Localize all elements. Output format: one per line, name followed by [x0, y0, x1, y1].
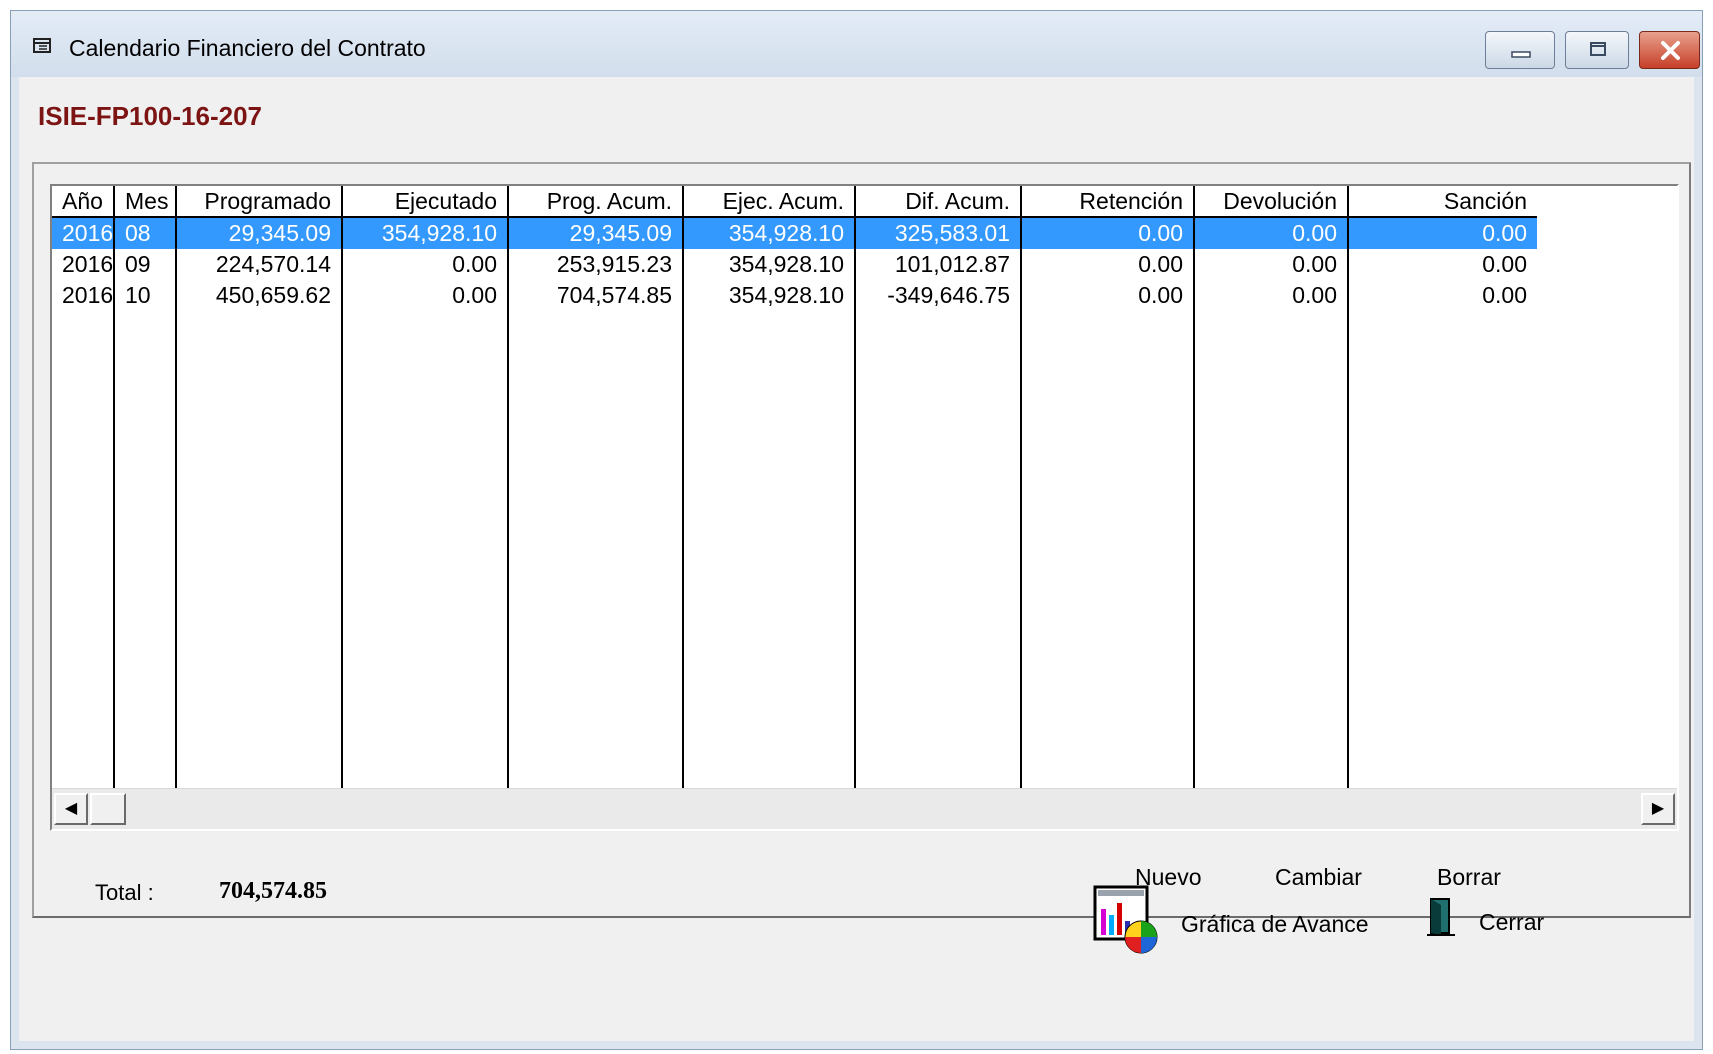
table-cell[interactable]: 2016: [52, 280, 113, 311]
table-cell[interactable]: 0.00: [343, 249, 507, 280]
total-value: 704,574.85: [219, 878, 327, 904]
table-cell[interactable]: -349,646.75: [856, 280, 1020, 311]
table-cell[interactable]: 253,915.23: [509, 249, 682, 280]
table-cell[interactable]: 2016: [52, 218, 113, 249]
grid-column: Programado 29,345.09 224,570.14 450,659.62: [177, 186, 343, 789]
table-cell[interactable]: 354,928.10: [343, 218, 507, 249]
column-header[interactable]: Mes: [115, 186, 175, 218]
door-exit-icon: [1427, 898, 1455, 936]
grid-column: Ejec. Acum. 354,928.10 354,928.10 354,928.1…: [684, 186, 856, 789]
grid-column: Sanción 0.00 0.00 0.00: [1349, 186, 1537, 789]
grafica-avance-button[interactable]: Gráfica de Avance: [1093, 885, 1387, 961]
column-header[interactable]: Programado: [177, 186, 341, 218]
table-cell[interactable]: 0.00: [1195, 280, 1347, 311]
column-header[interactable]: Retención: [1022, 186, 1193, 218]
maximize-icon: [1590, 42, 1606, 56]
table-cell[interactable]: 101,012.87: [856, 249, 1020, 280]
column-header[interactable]: Ejecutado: [343, 186, 507, 218]
table-cell[interactable]: 354,928.10: [684, 249, 854, 280]
grid-column: Mes 08 09 10: [115, 186, 177, 789]
cerrar-label: Cerrar: [1479, 909, 1545, 935]
grid-column: Ejecutado 354,928.10 0.00 0.00: [343, 186, 509, 789]
table-cell[interactable]: 224,570.14: [177, 249, 341, 280]
minimize-icon: [1511, 51, 1531, 58]
calendar-grid[interactable]: Año 2016 2016 2016 Mes 08 09 10 Programado 29,345…: [50, 184, 1679, 831]
table-cell[interactable]: 09: [115, 249, 175, 280]
scroll-right-button[interactable]: ▶: [1641, 793, 1675, 825]
table-cell[interactable]: 0.00: [1349, 249, 1537, 280]
close-icon: [1661, 41, 1680, 60]
window-title: Calendario Financiero del Contrato: [69, 35, 426, 61]
grafica-label: Gráfica de Avance: [1181, 911, 1369, 937]
calendar-icon: [33, 38, 51, 53]
column-header[interactable]: Ejec. Acum.: [684, 186, 854, 218]
borrar-button[interactable]: Borrar: [1437, 864, 1501, 891]
table-cell[interactable]: 704,574.85: [509, 280, 682, 311]
column-header[interactable]: Año: [52, 186, 113, 218]
table-cell[interactable]: 0.00: [1195, 249, 1347, 280]
arrow-right-icon: ▶: [1651, 800, 1665, 817]
column-header[interactable]: Devolución: [1195, 186, 1347, 218]
grid-panel: Año 2016 2016 2016 Mes 08 09 10 Programado 29,345…: [32, 162, 1691, 918]
arrow-left-icon: ◀: [64, 800, 78, 817]
scroll-left-button[interactable]: ◀: [54, 793, 88, 825]
column-header[interactable]: Prog. Acum.: [509, 186, 682, 218]
table-cell[interactable]: 450,659.62: [177, 280, 341, 311]
table-cell[interactable]: 29,345.09: [177, 218, 341, 249]
table-cell[interactable]: 0.00: [1022, 218, 1193, 249]
grid-column: Dif. Acum. 325,583.01 101,012.87 -349,646.7…: [856, 186, 1022, 789]
chart-icon: [1093, 885, 1158, 954]
table-cell[interactable]: 0.00: [1195, 218, 1347, 249]
scroll-thumb[interactable]: [90, 793, 126, 825]
table-cell[interactable]: 0.00: [1349, 218, 1537, 249]
column-header[interactable]: Sanción: [1349, 186, 1537, 218]
table-cell[interactable]: 354,928.10: [684, 280, 854, 311]
grid-column: Prog. Acum. 29,345.09 253,915.23 704,574.85: [509, 186, 684, 789]
table-cell[interactable]: 0.00: [1022, 249, 1193, 280]
table-cell[interactable]: 0.00: [343, 280, 507, 311]
table-cell[interactable]: 0.00: [1349, 280, 1537, 311]
grid-column: Devolución 0.00 0.00 0.00: [1195, 186, 1349, 789]
horizontal-scrollbar[interactable]: ◀ ▶: [52, 788, 1677, 829]
app-window: Calendario Financiero del Contrato ISIE-…: [10, 10, 1703, 1050]
close-button[interactable]: [1639, 31, 1700, 69]
column-header[interactable]: Dif. Acum.: [856, 186, 1020, 218]
table-cell[interactable]: 0.00: [1022, 280, 1193, 311]
grid-column: Retención 0.00 0.00 0.00: [1022, 186, 1195, 789]
maximize-button[interactable]: [1565, 31, 1629, 69]
total-label: Total :: [95, 880, 154, 905]
table-cell[interactable]: 325,583.01: [856, 218, 1020, 249]
table-cell[interactable]: 354,928.10: [684, 218, 854, 249]
grid-column: Año 2016 2016 2016: [52, 186, 115, 789]
table-cell[interactable]: 10: [115, 280, 175, 311]
contract-id: ISIE-FP100-16-207: [38, 101, 263, 131]
title-bar[interactable]: Calendario Financiero del Contrato: [11, 11, 1702, 77]
table-cell[interactable]: 29,345.09: [509, 218, 682, 249]
minimize-button[interactable]: [1485, 31, 1555, 69]
table-cell[interactable]: 08: [115, 218, 175, 249]
table-cell[interactable]: 2016: [52, 249, 113, 280]
grid-columns: Año 2016 2016 2016 Mes 08 09 10 Programado 29,345…: [52, 186, 1677, 789]
cerrar-button[interactable]: Cerrar: [1427, 897, 1549, 951]
